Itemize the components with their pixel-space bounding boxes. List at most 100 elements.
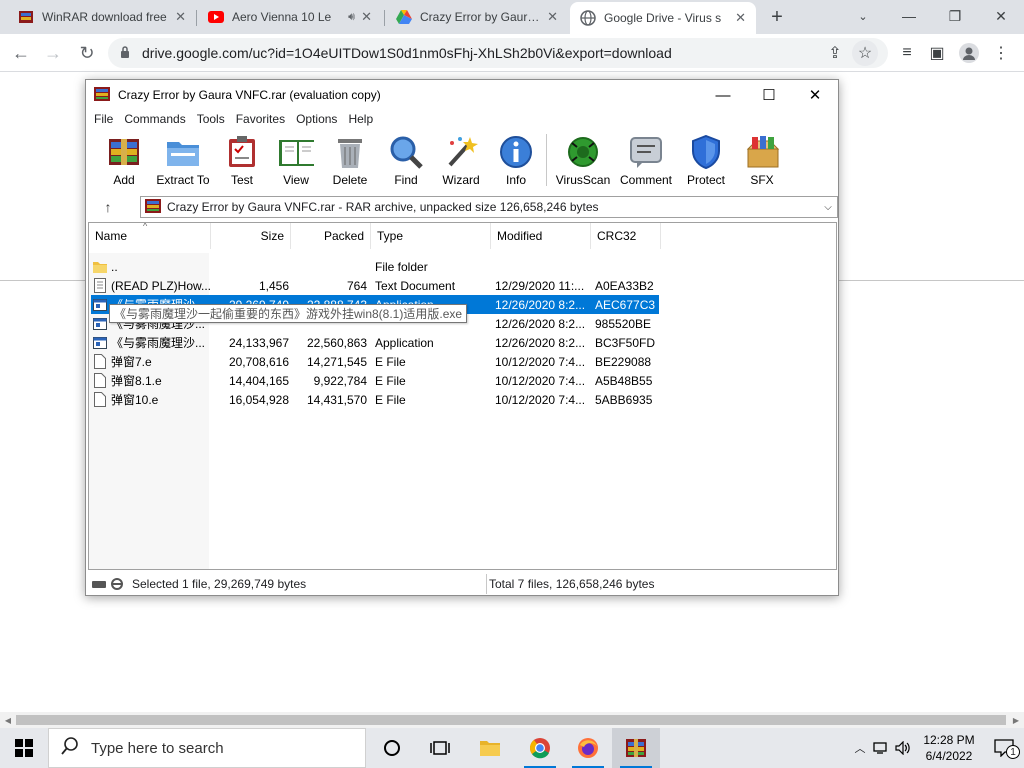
winrar-window: Crazy Error by Gaura VNFC.rar (evaluatio… [85,79,839,596]
extract-to-button[interactable]: Extract To [156,134,210,190]
virusscan-button[interactable]: VirusScan [556,134,610,190]
taskbar-clock[interactable]: 12:28 PM 6/4/2022 [914,732,984,764]
menu-commands[interactable]: Commands [124,112,185,126]
tab-search-icon[interactable]: ⌄ [840,0,886,32]
test-button[interactable]: Test [224,134,260,190]
table-row[interactable]: 《与雾雨魔理沙... 24,133,967 22,560,863 Applicatio… [91,333,659,352]
drive-icon [92,574,126,594]
file-packed-cell-text: 14,431,570 [306,392,367,407]
file-name-cell-text: 弹窗10.e [111,393,159,407]
scroll-left-icon[interactable]: ◀ [0,712,16,728]
protect-button[interactable]: Protect [686,134,726,190]
comment-button[interactable]: Comment [618,134,674,190]
media-control-icon[interactable]: ≡ [894,40,920,66]
find-button[interactable]: Find [388,134,424,190]
forward-button[interactable]: → [40,40,66,66]
task-view-icon[interactable] [416,728,464,768]
file-explorer-icon[interactable] [466,728,514,768]
browser-toolbar: ← → ↻ drive.google.com/uc?id=1O4eUITDow1… [0,34,1024,72]
winrar-minimize-button[interactable]: — [700,80,746,110]
chevron-down-icon[interactable]: ⌵ [819,202,837,213]
magnifier-icon [388,134,424,170]
bookmark-star-icon[interactable]: ☆ [852,40,878,66]
file-packed-cell-text: 14,271,545 [306,354,367,369]
view-button[interactable]: View [276,134,316,190]
file-packed-cell-text: 9,922,784 [313,373,367,388]
chrome-icon[interactable] [516,728,564,768]
close-tab-icon[interactable]: ✕ [175,9,186,25]
up-arrow-icon[interactable]: ↑ [98,198,118,216]
winrar-icon [18,9,34,25]
start-button[interactable] [0,728,48,768]
profile-avatar-icon[interactable] [956,40,982,66]
network-icon[interactable] [870,741,892,755]
volume-icon[interactable] [892,741,914,755]
file-packed-cell: 764 [289,276,367,295]
table-row[interactable]: 弹窗7.e 20,708,616 14,271,545 E File 10/12/202… [91,352,659,371]
new-tab-button[interactable]: + [764,4,790,30]
file-type-cell-text: E File [375,392,406,407]
address-bar[interactable]: drive.google.com/uc?id=1O4eUITDow1S0d1nm… [108,38,888,68]
scrollbar-thumb[interactable] [16,715,1006,725]
table-row[interactable]: (READ PLZ)How... 1,456 764 Text Document 12/… [91,276,659,295]
table-row[interactable]: 弹窗8.1.e 14,404,165 9,922,784 E File 10/12/20… [91,371,659,390]
tab-winrar-download[interactable]: WinRAR download free ✕ [8,0,196,34]
tab-aero-vienna[interactable]: Aero Vienna 10 Le 🔊︎ ✕ [198,0,382,34]
winrar-status-bar: Selected 1 file, 29,269,749 bytes Total … [88,574,837,594]
wizard-button[interactable]: Wizard [441,134,481,190]
shield-icon [688,134,724,170]
column-header-type[interactable]: Type [371,223,491,249]
page-horizontal-scrollbar[interactable]: ◀ ▶ [0,712,1024,728]
tab-google-drive-virus-scan[interactable]: Google Drive - Virus s ✕ [570,2,756,34]
menu-file[interactable]: File [94,112,113,126]
scroll-right-icon[interactable]: ▶ [1008,712,1024,728]
menu-tools[interactable]: Tools [197,112,225,126]
info-button[interactable]: Info [498,134,534,190]
table-row[interactable]: 弹窗10.e 16,054,928 14,431,570 E File 10/12/20… [91,390,659,409]
taskbar-search-box[interactable]: Type here to search [48,728,366,768]
lock-icon[interactable] [120,45,130,61]
notification-badge: 1 [1006,745,1020,759]
close-tab-icon[interactable]: ✕ [547,9,558,25]
table-row[interactable]: .. File folder [91,257,659,276]
menu-help[interactable]: Help [348,112,373,126]
winrar-taskbar-icon[interactable] [612,728,660,768]
column-header-crc32[interactable]: CRC32 [591,223,661,249]
restore-button[interactable]: ❐ [932,0,978,32]
file-name-cell: 弹窗8.1.e [93,371,211,390]
speaker-icon[interactable]: 🔊︎ [348,11,355,24]
menu-options[interactable]: Options [296,112,337,126]
column-header-name[interactable]: Name ^ [89,223,211,249]
tab-crazy-error[interactable]: Crazy Error by Gaura V ✕ [386,0,568,34]
reload-button[interactable]: ↻ [74,40,100,66]
close-tab-icon[interactable]: ✕ [735,10,746,26]
menu-kebab-icon[interactable]: ⋮ [988,40,1014,66]
sfx-button[interactable]: SFX [742,134,782,190]
tab-title: Google Drive - Virus s [604,11,722,25]
archive-path-dropdown[interactable]: Crazy Error by Gaura VNFC.rar - RAR arch… [140,196,838,218]
file-crc-cell: BC3F50FD [595,333,659,352]
close-window-button[interactable]: ✕ [978,0,1024,32]
close-tab-icon[interactable]: ✕ [361,9,372,25]
show-hidden-icons-chevron-icon[interactable]: ︿ [850,740,870,756]
winrar-maximize-button[interactable]: ☐ [746,80,792,110]
side-panel-icon[interactable]: ▣ [924,40,950,66]
add-archive-icon [106,134,142,170]
firefox-icon[interactable] [564,728,612,768]
column-header-packed[interactable]: Packed [291,223,371,249]
action-center-icon[interactable]: 1 [984,739,1024,759]
cortana-icon[interactable] [368,728,416,768]
file-name-cell-text: 《与雾雨魔理沙... [111,336,206,350]
add-button[interactable]: Add [106,134,142,190]
back-button[interactable]: ← [8,40,34,66]
winrar-close-button[interactable]: ✕ [792,80,838,110]
file-crc-cell-text: AEC677C3 [595,297,656,312]
delete-button[interactable]: Delete [332,134,368,190]
menu-favorites[interactable]: Favorites [236,112,285,126]
share-icon[interactable]: ⇪ [822,40,848,66]
file-crc-cell-text: 985520BE [595,316,652,331]
column-header-size[interactable]: Size [211,223,291,249]
column-header-modified[interactable]: Modified [491,223,591,249]
minimize-button[interactable]: — [886,0,932,32]
view-book-icon [278,134,314,170]
